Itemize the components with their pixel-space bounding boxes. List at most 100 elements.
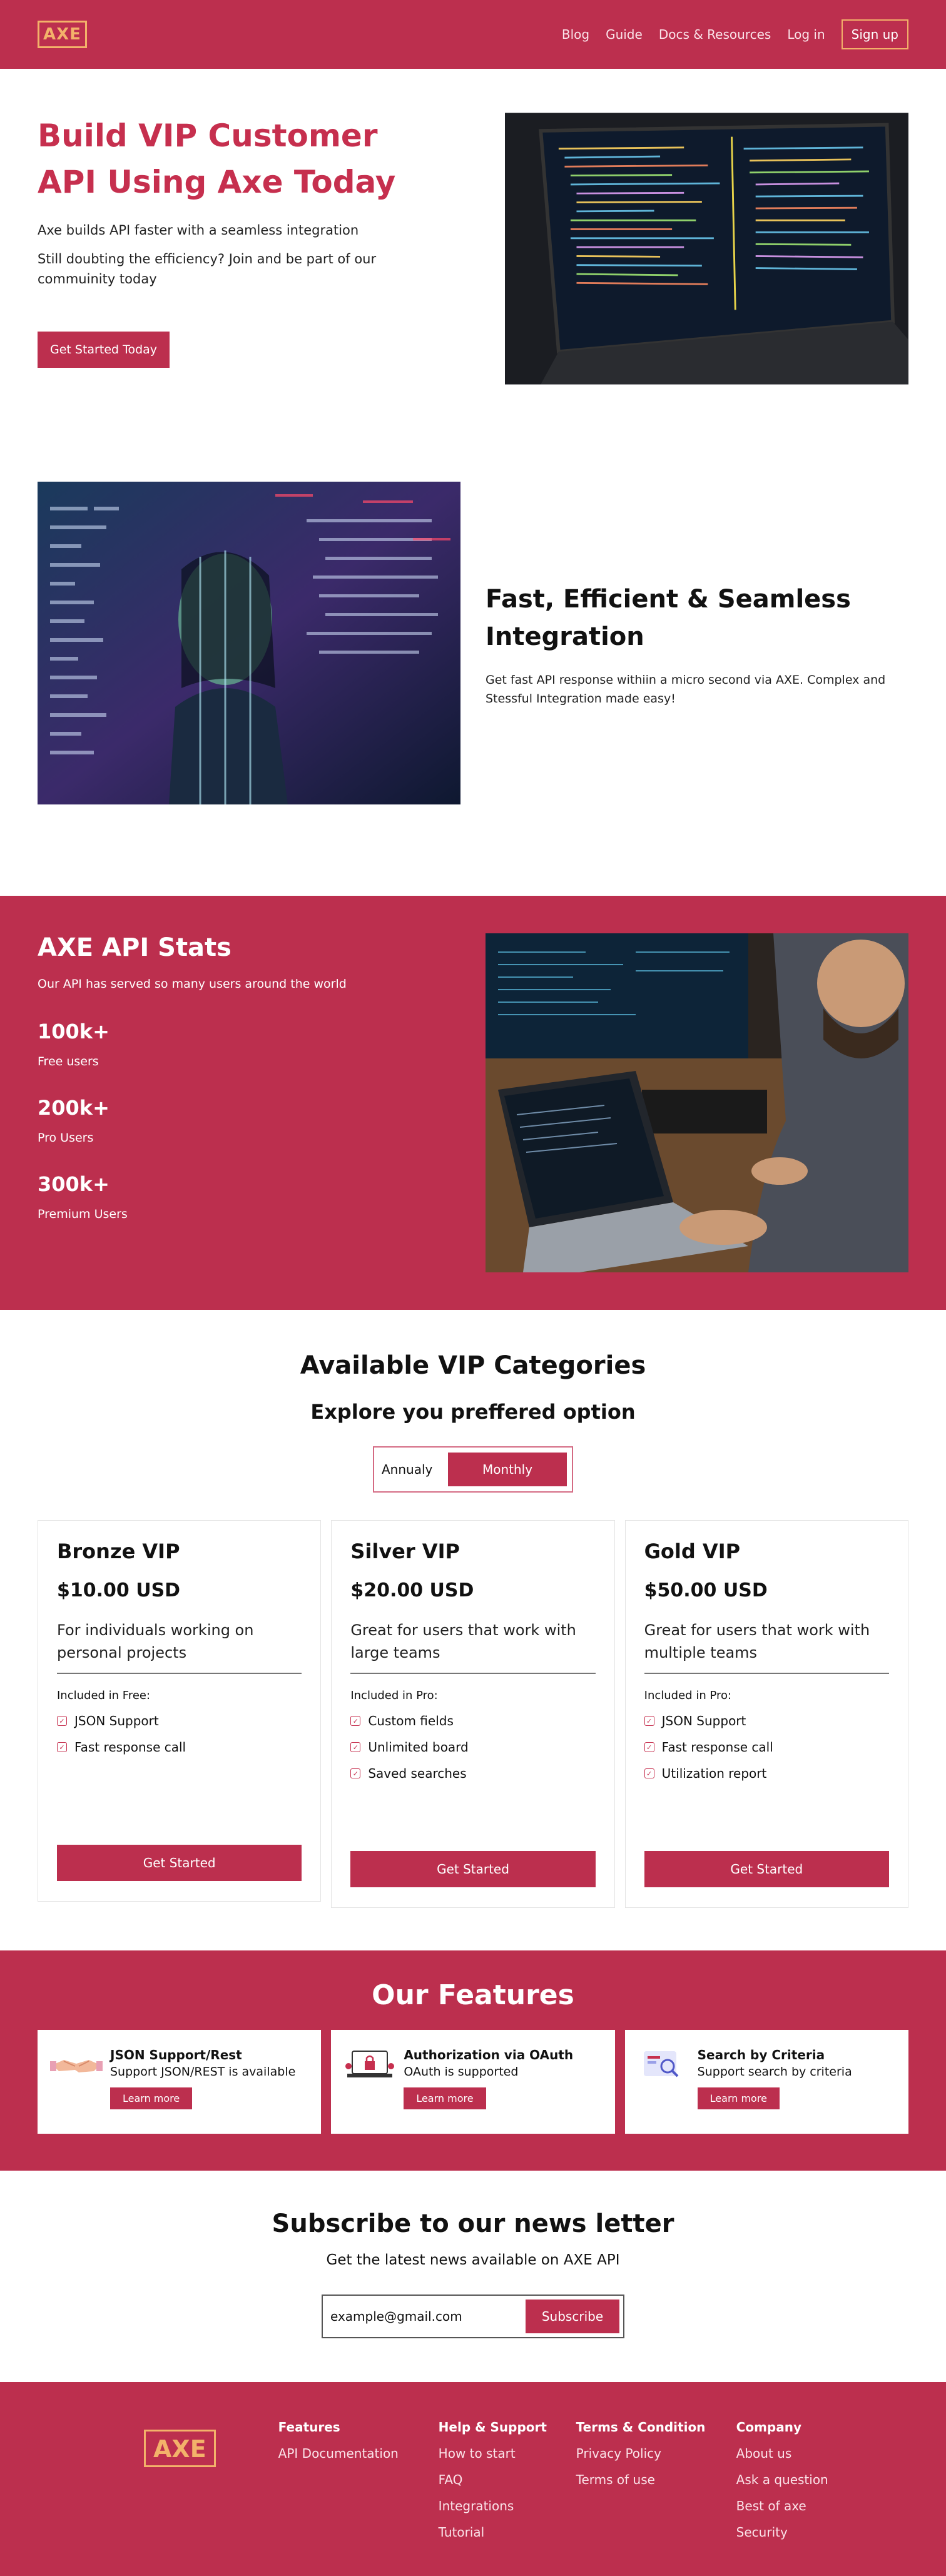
- feature-description: OAuth is supported: [404, 2065, 519, 2079]
- plan-description: Great for users that work with multiple …: [644, 1619, 889, 1674]
- woman-code-projection-image: [38, 482, 460, 804]
- developer-laptop-image: [486, 933, 908, 1272]
- stats-section: AXE API Stats Our API has served so many…: [0, 896, 946, 1310]
- plan-feature: ✓ Fast response call: [644, 1740, 889, 1755]
- footer-link[interactable]: How to start: [439, 2446, 576, 2461]
- pricing-cards: Bronze VIP $10.00 USD For individuals wo…: [38, 1520, 908, 1908]
- feature-card-json: JSON Support/Rest Support JSON/REST is a…: [38, 2030, 322, 2134]
- plan-included-label: Included in Free:: [57, 1689, 151, 1702]
- learn-more-button[interactable]: Learn more: [697, 2087, 780, 2109]
- nav-link-login[interactable]: Log in: [787, 27, 825, 42]
- plan-price: $50.00 USD: [644, 1580, 768, 1601]
- integration-text: Fast, Efficient & Seamless Integration G…: [486, 482, 908, 858]
- plan-feature-label: JSON Support: [661, 1713, 746, 1728]
- footer-link[interactable]: Terms of use: [576, 2472, 736, 2487]
- toggle-monthly[interactable]: Monthly: [448, 1453, 567, 1486]
- feature-title: JSON Support/Rest: [110, 2047, 242, 2062]
- plan-feature-label: JSON Support: [74, 1713, 159, 1728]
- hero-title: Build VIP Customer API Using Axe Today: [38, 118, 396, 200]
- plan-feature: ✓ JSON Support: [644, 1713, 889, 1728]
- feature-card-search: Search by Criteria Support search by cri…: [624, 2030, 908, 2134]
- footer-logo[interactable]: AXE: [144, 2430, 216, 2467]
- check-icon: ✓: [350, 1742, 361, 1752]
- stat-label: Free users: [38, 1055, 99, 1068]
- plan-feature-label: Saved searches: [368, 1766, 467, 1781]
- footer-link[interactable]: About us: [736, 2446, 862, 2461]
- lock-laptop-icon: [345, 2051, 395, 2077]
- plan-feature-label: Utilization report: [661, 1766, 767, 1781]
- plan-feature-label: Custom fields: [368, 1713, 454, 1728]
- get-started-button[interactable]: Get Started: [644, 1851, 889, 1887]
- features-title: Our Features: [372, 1979, 574, 2011]
- feature-title: Search by Criteria: [697, 2047, 825, 2062]
- logo[interactable]: AXE: [38, 21, 87, 48]
- nav-link-guide[interactable]: Guide: [606, 27, 643, 42]
- handshake-icon: [50, 2060, 103, 2072]
- feature-card-oauth: Authorization via OAuth OAuth is support…: [331, 2030, 615, 2134]
- footer-heading: Features: [278, 2420, 340, 2435]
- footer-link[interactable]: Integrations: [439, 2498, 576, 2513]
- feature-title: Authorization via OAuth: [404, 2047, 574, 2062]
- footer: AXE Features API Documentation Help & Su…: [0, 2382, 946, 2576]
- integration-title: Fast, Efficient & Seamless Integration: [486, 585, 851, 651]
- nav-link-docs[interactable]: Docs & Resources: [659, 27, 771, 42]
- get-started-today-button[interactable]: Get Started Today: [38, 332, 170, 368]
- pricing-card-silver: Silver VIP $20.00 USD Great for users th…: [331, 1520, 615, 1908]
- feature-description: Support JSON/REST is available: [110, 2065, 296, 2079]
- signup-button[interactable]: Sign up: [841, 19, 908, 49]
- footer-column-help: Help & Support How to start FAQ Integrat…: [439, 2420, 576, 2576]
- stats-title: AXE API Stats: [38, 933, 231, 962]
- footer-link[interactable]: Tutorial: [439, 2525, 576, 2540]
- plan-feature: ✓ Saved searches: [350, 1766, 595, 1781]
- billing-toggle: Annualy Monthly: [373, 1446, 573, 1493]
- subscribe-button[interactable]: Subscribe: [526, 2300, 619, 2333]
- plan-feature-label: Unlimited board: [368, 1740, 469, 1755]
- stat-label: Pro Users: [38, 1131, 94, 1145]
- learn-more-button[interactable]: Learn more: [404, 2087, 486, 2109]
- feature-text: Authorization via OAuth OAuth is support…: [404, 2047, 573, 2116]
- hero-text: Build VIP Customer API Using Axe Today A…: [38, 106, 414, 482]
- pricing-card-bronze: Bronze VIP $10.00 USD For individuals wo…: [38, 1520, 322, 1902]
- hero-paragraph-1: Axe builds API faster with a seamless in…: [38, 223, 359, 238]
- integration-paragraph: Get fast API response withiin a micro se…: [486, 673, 886, 706]
- plan-feature: ✓ Utilization report: [644, 1766, 889, 1781]
- footer-heading: Company: [736, 2420, 802, 2435]
- footer-link[interactable]: Privacy Policy: [576, 2446, 736, 2461]
- toggle-annually[interactable]: Annualy: [379, 1462, 448, 1477]
- integration-section: Fast, Efficient & Seamless Integration G…: [0, 482, 946, 896]
- laptop-code-image: [505, 113, 908, 385]
- pricing-card-gold: Gold VIP $50.00 USD Great for users that…: [624, 1520, 908, 1908]
- email-input[interactable]: example@gmail.com: [327, 2309, 526, 2324]
- check-icon: ✓: [644, 1768, 654, 1778]
- hero-section: Build VIP Customer API Using Axe Today A…: [0, 69, 946, 482]
- stats-subtitle: Our API has served so many users around …: [38, 977, 347, 991]
- footer-heading: Terms & Condition: [576, 2420, 706, 2435]
- features-section: Our Features JSON Support/Rest Support J…: [0, 1950, 946, 2171]
- plan-name: Silver VIP: [350, 1539, 460, 1563]
- get-started-button[interactable]: Get Started: [57, 1845, 302, 1881]
- learn-more-button[interactable]: Learn more: [110, 2087, 193, 2109]
- search-window-icon: [643, 2051, 679, 2077]
- feature-description: Support search by criteria: [697, 2065, 852, 2079]
- feature-text: JSON Support/Rest Support JSON/REST is a…: [110, 2047, 295, 2116]
- footer-link[interactable]: Best of axe: [736, 2498, 862, 2513]
- stat-label: Premium Users: [38, 1207, 128, 1221]
- plan-feature: ✓ Custom fields: [350, 1713, 595, 1728]
- footer-link[interactable]: Security: [736, 2525, 862, 2540]
- footer-link[interactable]: Ask a question: [736, 2472, 862, 2487]
- stat-number: 300k+: [38, 1172, 109, 1196]
- check-icon: ✓: [644, 1716, 654, 1726]
- plan-description: For individuals working on personal proj…: [57, 1619, 302, 1674]
- footer-link[interactable]: API Documentation: [278, 2446, 439, 2461]
- plan-included-label: Included in Pro:: [350, 1689, 438, 1702]
- plan-feature-label: Fast response call: [661, 1740, 773, 1755]
- check-icon: ✓: [57, 1716, 67, 1726]
- get-started-button[interactable]: Get Started: [350, 1851, 596, 1887]
- plan-price: $20.00 USD: [350, 1580, 474, 1601]
- footer-heading: Help & Support: [438, 2420, 547, 2435]
- footer-link[interactable]: FAQ: [439, 2472, 576, 2487]
- pricing-subtitle: Explore you preffered option: [310, 1400, 636, 1424]
- pricing-section: Available VIP Categories Explore you pre…: [0, 1310, 946, 1950]
- stat-number: 100k+: [38, 1020, 109, 1043]
- nav-link-blog[interactable]: Blog: [562, 27, 589, 42]
